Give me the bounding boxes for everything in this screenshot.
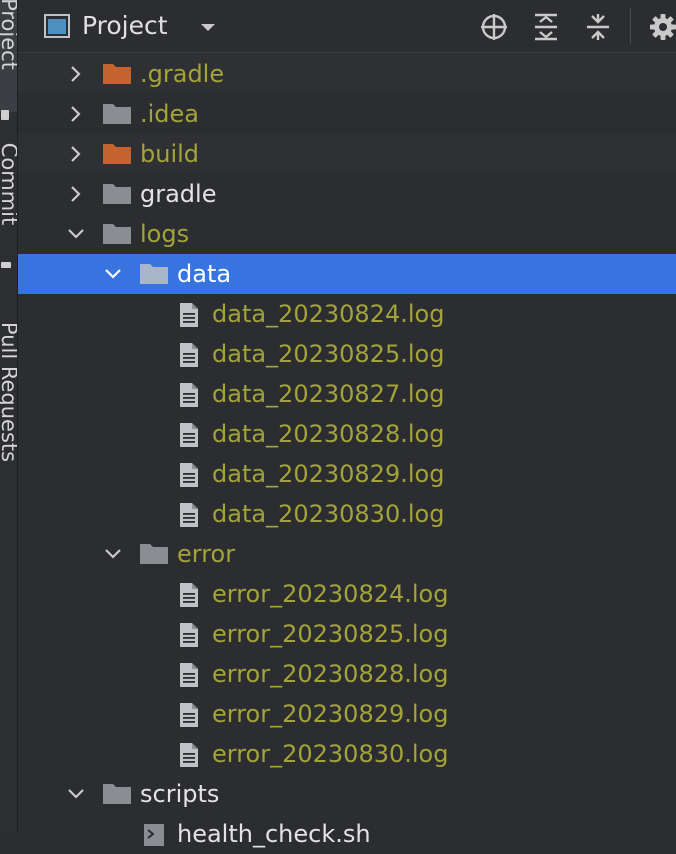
log-file-icon: [180, 743, 198, 767]
tree-item-label: health_check.sh: [177, 820, 371, 848]
log-file-icon: [180, 423, 198, 447]
chevron-down-icon[interactable]: [66, 784, 86, 804]
script-file-icon: [144, 824, 164, 846]
folder-icon: [103, 64, 131, 84]
chevron-right-icon[interactable]: [66, 64, 86, 84]
tool-window-strip: Project Commit Pull Requests: [0, 0, 18, 832]
tree-item-label: error_20230824.log: [212, 580, 449, 608]
chevron-down-icon[interactable]: [103, 264, 123, 284]
gear-icon[interactable]: [648, 12, 676, 42]
log-file-icon: [180, 383, 198, 407]
tree-item-label: build: [140, 140, 200, 168]
tree-row-file[interactable]: data_20230828.log: [18, 414, 676, 454]
chevron-right-icon[interactable]: [66, 104, 86, 124]
tree-item-label: data_20230825.log: [212, 340, 445, 368]
log-file-icon: [180, 343, 198, 367]
log-file-icon: [180, 703, 198, 727]
tree-item-label: data: [177, 260, 232, 288]
folder-icon: [103, 184, 131, 204]
tree-row-file[interactable]: data_20230829.log: [18, 454, 676, 494]
tree-row-folder[interactable]: scripts: [18, 774, 676, 814]
collapse-all-icon[interactable]: [583, 12, 613, 42]
commit-tab-marker-icon: [1, 262, 11, 268]
tool-tab-project-label: Project: [0, 0, 18, 70]
tree-item-label: .idea: [140, 100, 200, 128]
tree-row-file[interactable]: data_20230830.log: [18, 494, 676, 534]
log-file-icon: [180, 503, 198, 527]
tree-row-folder[interactable]: error: [18, 534, 676, 574]
tool-tab-project[interactable]: Project: [0, 0, 18, 112]
tree-item-label: data_20230824.log: [212, 300, 445, 328]
tree-row-file[interactable]: error_20230824.log: [18, 574, 676, 614]
tree-row-folder[interactable]: logs: [18, 214, 676, 254]
project-window-icon: [44, 14, 70, 38]
tree-row-file[interactable]: error_20230825.log: [18, 614, 676, 654]
log-file-icon: [180, 303, 198, 327]
log-file-icon: [180, 663, 198, 687]
tree-item-label: data_20230828.log: [212, 420, 445, 448]
tree-item-label: data_20230829.log: [212, 460, 445, 488]
tool-tab-pull-requests[interactable]: Pull Requests: [0, 300, 18, 500]
tree-row-folder[interactable]: build: [18, 134, 676, 174]
tree-item-label: scripts: [140, 780, 220, 808]
tool-tab-commit[interactable]: Commit: [0, 140, 18, 280]
chevron-down-icon[interactable]: [198, 20, 218, 34]
tool-tab-commit-label: Commit: [0, 142, 18, 226]
folder-icon: [103, 144, 131, 164]
tree-item-label: error: [177, 540, 236, 568]
tree-row-file[interactable]: data_20230827.log: [18, 374, 676, 414]
tree-row-file[interactable]: error_20230829.log: [18, 694, 676, 734]
expand-all-icon[interactable]: [531, 12, 561, 42]
tree-item-label: .gradle: [140, 60, 225, 88]
folder-icon: [103, 104, 131, 124]
chevron-down-icon[interactable]: [66, 224, 86, 244]
tree-row-folder[interactable]: gradle: [18, 174, 676, 214]
tree-item-label: data_20230827.log: [212, 380, 445, 408]
tree-row-folder[interactable]: .idea: [18, 94, 676, 134]
tree-row-file[interactable]: data_20230824.log: [18, 294, 676, 334]
log-file-icon: [180, 623, 198, 647]
tree-item-label: gradle: [140, 180, 217, 208]
project-toolbar: Project: [18, 0, 676, 53]
folder-icon: [140, 544, 168, 564]
folder-icon: [103, 224, 131, 244]
project-tab-marker-icon: [1, 110, 9, 120]
tree-item-label: error_20230825.log: [212, 620, 449, 648]
folder-icon: [140, 264, 168, 284]
log-file-icon: [180, 463, 198, 487]
tool-tab-pull-requests-label: Pull Requests: [0, 321, 18, 463]
tree-row-file[interactable]: health_check.sh: [18, 814, 676, 854]
tree-item-label: error_20230829.log: [212, 700, 449, 728]
project-view-title[interactable]: Project: [82, 10, 168, 42]
tree-row-folder[interactable]: data: [18, 254, 676, 294]
chevron-right-icon[interactable]: [66, 184, 86, 204]
project-tree: .gradle .idea build gradle logs data data_2023…: [18, 54, 676, 854]
tree-item-label: logs: [140, 220, 190, 248]
tree-row-file[interactable]: error_20230828.log: [18, 654, 676, 694]
locate-file-icon[interactable]: [479, 12, 509, 42]
log-file-icon: [180, 583, 198, 607]
tree-row-folder[interactable]: .gradle: [18, 54, 676, 94]
chevron-down-icon[interactable]: [103, 544, 123, 564]
folder-icon: [103, 784, 131, 804]
tree-row-file[interactable]: data_20230825.log: [18, 334, 676, 374]
toolbar-separator: [630, 8, 631, 44]
tree-item-label: error_20230830.log: [212, 740, 449, 768]
chevron-right-icon[interactable]: [66, 144, 86, 164]
tree-row-file[interactable]: error_20230830.log: [18, 734, 676, 774]
tree-item-label: error_20230828.log: [212, 660, 449, 688]
tree-item-label: data_20230830.log: [212, 500, 445, 528]
